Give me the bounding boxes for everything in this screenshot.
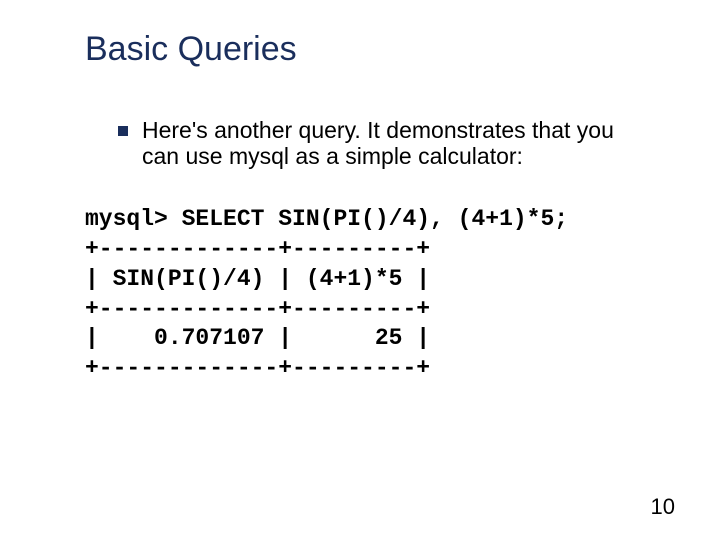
slide: Basic Queries Here's another query. It d… <box>0 0 720 540</box>
bullet-text: Here's another query. It demonstrates th… <box>142 117 650 170</box>
slide-title: Basic Queries <box>85 30 650 69</box>
page-number: 10 <box>651 494 675 520</box>
bullet-item: Here's another query. It demonstrates th… <box>118 117 650 170</box>
code-block: mysql> SELECT SIN(PI()/4), (4+1)*5; +---… <box>85 205 650 384</box>
square-bullet-icon <box>118 126 128 136</box>
